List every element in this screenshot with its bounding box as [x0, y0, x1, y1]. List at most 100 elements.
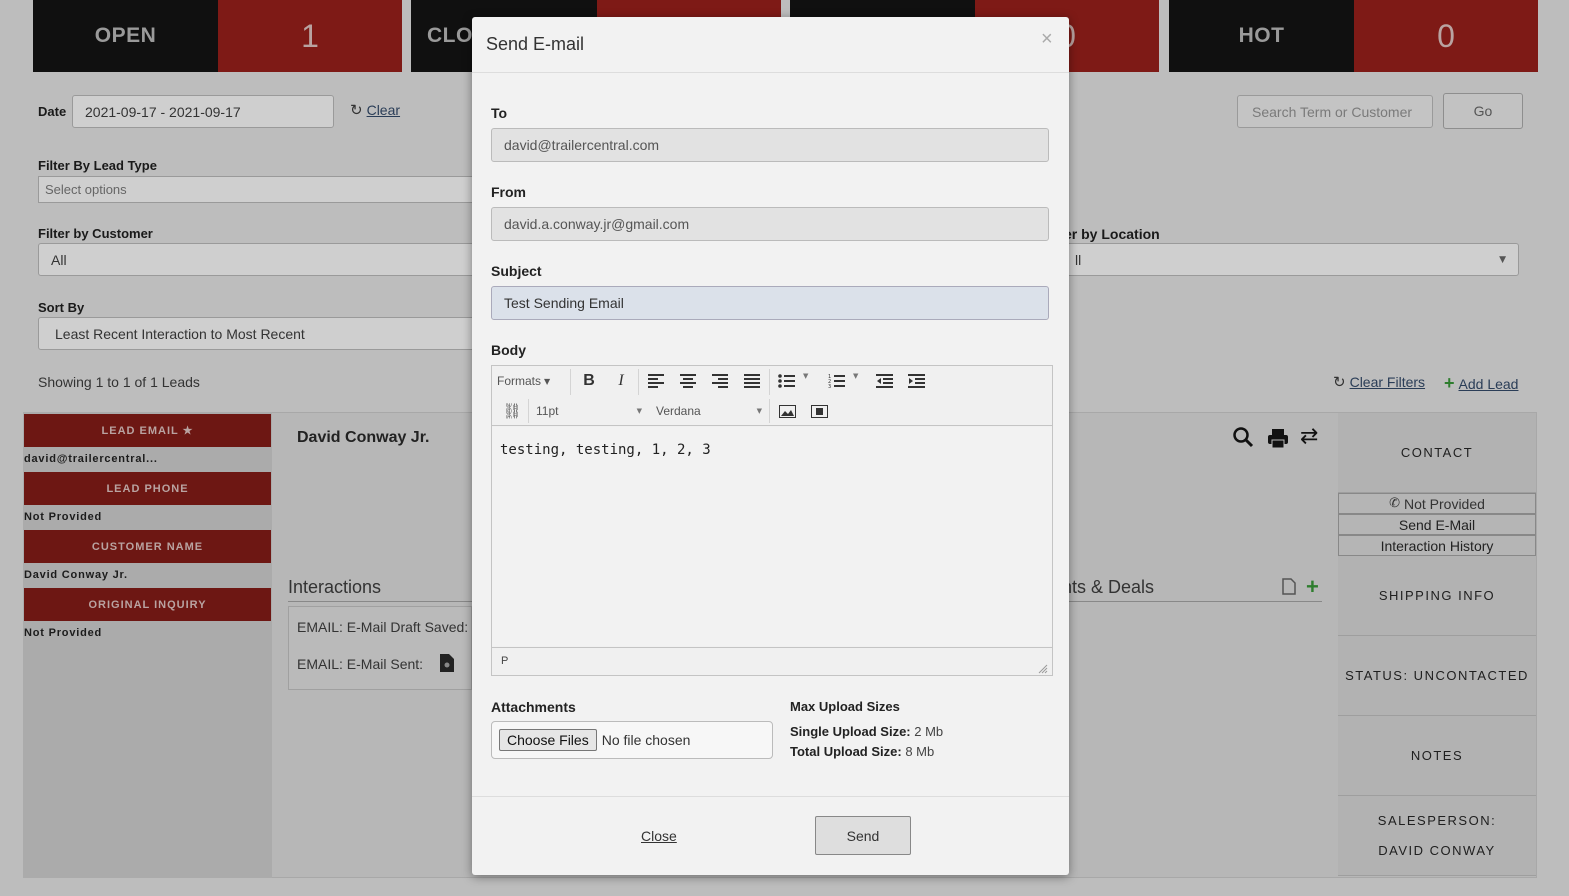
contact-phone-value: Not Provided — [1403, 495, 1485, 512]
interaction-history-link[interactable]: Interaction History — [1338, 535, 1536, 556]
modal-close-icon[interactable]: × — [1041, 28, 1053, 51]
editor-statusbar — [492, 647, 1052, 675]
lead-phone-header: LEAD PHONE — [24, 472, 271, 505]
outdent-icon[interactable] — [873, 370, 895, 392]
modal-title: Send E-mail — [486, 34, 585, 54]
print-icon[interactable] — [1267, 427, 1289, 454]
lead-phone-value: Not Provided — [24, 511, 103, 523]
clear-filters-button[interactable]: ↻ Clear Filters — [1333, 373, 1425, 391]
toolbar-divider — [570, 369, 571, 395]
font-size-value: 11pt — [536, 404, 559, 418]
add-lead-button[interactable]: + Add Lead — [1444, 373, 1518, 394]
align-left-icon[interactable] — [645, 370, 667, 392]
clear-date-button[interactable]: ↻ Clear — [350, 101, 400, 119]
editor-content-area[interactable] — [492, 427, 1052, 646]
to-label: To — [491, 105, 508, 121]
location-filter-select[interactable]: ll ▼ — [1062, 243, 1519, 276]
refresh-icon: ↻ — [350, 101, 363, 119]
salesperson-section[interactable]: SALESPERSON: DAVID CONWAY — [1338, 796, 1536, 876]
sort-label: Sort By — [38, 300, 85, 315]
send-email-modal: Send E-mail × To david@trailercentral.co… — [472, 17, 1069, 875]
indent-icon[interactable] — [905, 370, 927, 392]
lead-type-select[interactable]: Select options — [38, 176, 478, 203]
contact-section[interactable]: CONTACT — [1338, 413, 1536, 493]
lead-name-title: David Conway Jr. — [297, 429, 430, 446]
customer-filter-label: Filter by Customer — [38, 226, 153, 241]
search-icon[interactable] — [1232, 426, 1254, 453]
go-button[interactable]: Go — [1443, 93, 1523, 129]
plus-icon[interactable]: + — [1306, 574, 1319, 600]
status-section[interactable]: STATUS: UNCONTACTED — [1338, 636, 1536, 716]
original-inquiry-header: ORIGINAL INQUIRY — [24, 588, 271, 621]
plus-icon: + — [1444, 373, 1455, 393]
lead-type-label: Filter By Lead Type — [38, 158, 157, 173]
shipping-info-section[interactable]: SHIPPING INFO — [1338, 556, 1536, 636]
salesperson-label: SALESPERSON: — [1377, 812, 1497, 828]
refresh-icon: ↻ — [1333, 373, 1346, 391]
editor-path: P — [501, 655, 509, 667]
stat-open-label[interactable]: OPEN — [33, 0, 218, 72]
font-size-dropdown[interactable]: 11pt ▼ — [536, 400, 642, 422]
interaction-item[interactable]: EMAIL: E-Mail Sent: — [297, 656, 423, 672]
link-icon[interactable]: ⛓ — [501, 400, 523, 422]
transfer-icon[interactable]: ⇄ — [1300, 424, 1318, 449]
chevron-down-icon: ▼ — [756, 407, 762, 415]
max-upload-title: Max Upload Sizes — [790, 699, 900, 714]
bold-button[interactable]: B — [578, 370, 600, 392]
toolbar-divider — [769, 369, 770, 395]
document-add-icon[interactable] — [1282, 578, 1296, 600]
showing-count: Showing 1 to 1 of 1 Leads — [38, 374, 200, 390]
document-icon[interactable] — [439, 653, 455, 678]
total-upload-size: Total Upload Size: 8 Mb — [790, 744, 934, 759]
align-justify-icon[interactable] — [741, 370, 763, 392]
formats-dropdown[interactable]: Formats ▼ — [497, 370, 550, 392]
send-button[interactable]: Send — [815, 816, 911, 855]
editor-body-text[interactable]: testing, testing, 1, 2, 3 — [500, 442, 711, 458]
clear-date-label: Clear — [366, 102, 401, 118]
media-icon[interactable] — [808, 400, 830, 422]
to-field[interactable]: david@trailercentral.com — [491, 128, 1049, 162]
chevron-down-icon: ▼ — [1499, 254, 1506, 265]
subject-field[interactable]: Test Sending Email — [491, 286, 1049, 320]
stat-open-count[interactable]: 1 — [218, 0, 402, 72]
numbered-list-icon[interactable]: 123 — [825, 370, 847, 392]
location-filter-value: ll — [1075, 251, 1082, 268]
file-input[interactable]: Choose Files No file chosen — [491, 721, 773, 759]
subject-label: Subject — [491, 263, 542, 279]
stat-hot-count[interactable]: 0 — [1354, 0, 1538, 72]
interaction-item[interactable]: EMAIL: E-Mail Draft Saved: — [297, 619, 468, 635]
resize-handle-icon[interactable] — [1038, 661, 1048, 679]
bullet-list-icon[interactable] — [775, 370, 797, 392]
body-label: Body — [491, 342, 526, 358]
contact-phone[interactable]: ✆ Not Provided — [1338, 493, 1536, 514]
chevron-down-icon[interactable]: ▼ — [803, 372, 808, 380]
location-filter-label: er by Location — [1064, 226, 1160, 242]
stat-hot-label[interactable]: HOT — [1169, 0, 1354, 72]
interactions-title: Interactions — [288, 577, 472, 602]
customer-name-header: CUSTOMER NAME — [24, 530, 271, 563]
notes-section[interactable]: NOTES — [1338, 716, 1536, 796]
customer-filter-select[interactable]: All — [38, 243, 478, 276]
italic-button[interactable]: I — [610, 370, 632, 392]
single-upload-value: 2 Mb — [914, 724, 944, 739]
image-icon[interactable] — [776, 400, 798, 422]
align-right-icon[interactable] — [709, 370, 731, 392]
lead-email-value: david@trailercentral... — [24, 453, 158, 465]
send-email-link[interactable]: Send E-Mail — [1338, 514, 1536, 535]
choose-files-button[interactable]: Choose Files — [499, 729, 597, 751]
toolbar-divider — [769, 399, 770, 423]
chevron-down-icon[interactable]: ▼ — [853, 372, 858, 380]
font-family-dropdown[interactable]: Verdana ▼ — [656, 400, 762, 422]
from-field[interactable]: david.a.conway.jr@gmail.com — [491, 207, 1049, 241]
toolbar-divider — [528, 399, 529, 423]
align-center-icon[interactable] — [677, 370, 699, 392]
search-input[interactable]: Search Term or Customer — [1237, 95, 1433, 128]
customer-name-value: David Conway Jr. — [24, 569, 128, 581]
close-button[interactable]: Close — [641, 828, 677, 844]
toolbar-divider — [638, 369, 639, 395]
svg-text:3: 3 — [828, 384, 831, 389]
date-range-input[interactable]: 2021-09-17 - 2021-09-17 — [72, 95, 334, 128]
modal-footer-divider — [472, 796, 1069, 797]
sort-select[interactable]: Least Recent Interaction to Most Recent — [38, 317, 478, 350]
clear-filters-label: Clear Filters — [1349, 374, 1426, 390]
